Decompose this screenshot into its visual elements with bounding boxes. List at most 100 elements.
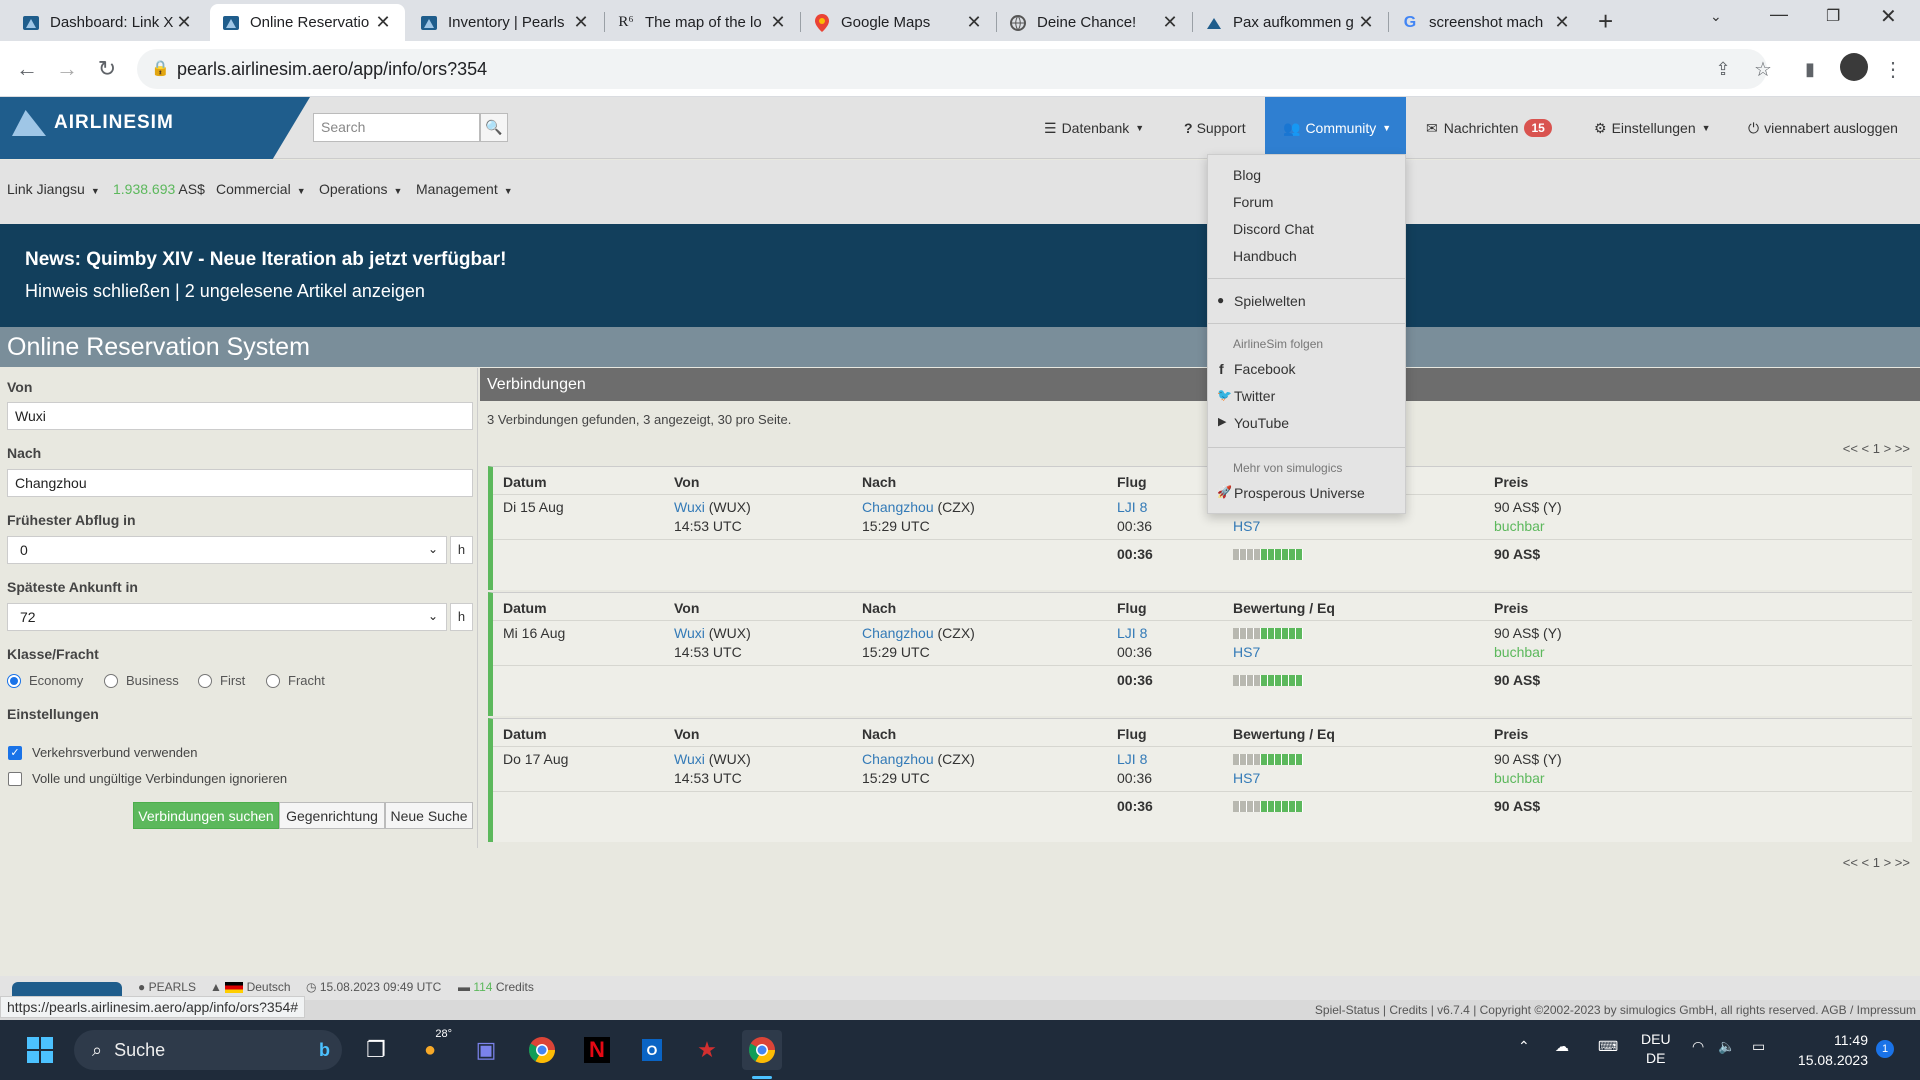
new-search-button[interactable]: Neue Suche	[385, 802, 473, 829]
browser-tab[interactable]: Dashboard: Link X ✕	[10, 4, 206, 41]
flight-link[interactable]: LJI 8	[1117, 625, 1147, 641]
battery-icon[interactable]: ▭	[1752, 1038, 1765, 1055]
nav-logout[interactable]: ⏻ viennabert ausloggen	[1740, 97, 1906, 159]
forward-icon[interactable]: →	[52, 54, 82, 84]
nav-nachrichten[interactable]: ✉ Nachrichten 15	[1418, 97, 1560, 159]
tab-search-icon[interactable]: ⌄	[1710, 8, 1722, 25]
minimize-icon[interactable]: —	[1770, 4, 1788, 25]
menu-item-youtube[interactable]: ▶ YouTube	[1218, 415, 1289, 431]
menu-kebab-icon[interactable]: ⋮	[1878, 54, 1908, 84]
menu-management[interactable]: Management ▼	[416, 181, 513, 197]
reload-icon[interactable]: ↻	[92, 54, 122, 84]
equipment-link[interactable]: HS7	[1233, 770, 1260, 786]
radio-first[interactable]: First	[198, 673, 245, 688]
browser-tab-active[interactable]: Online Reservatio ✕	[210, 4, 405, 41]
close-tab-icon[interactable]: ✕	[1160, 12, 1180, 33]
footer-links[interactable]: Spiel-Status | Credits | v6.7.4 | Copyri…	[1315, 1003, 1916, 1017]
nav-community[interactable]: 👥 Community ▼	[1265, 97, 1406, 159]
teams-icon[interactable]: ▣	[466, 1030, 506, 1070]
destination-link[interactable]: Changzhou	[862, 625, 934, 641]
tray-overflow-icon[interactable]: ⌃	[1518, 1038, 1530, 1055]
share-icon[interactable]: ⇪	[1708, 54, 1738, 84]
notification-badge[interactable]: 1	[1876, 1040, 1894, 1058]
menu-item-prosperous-universe[interactable]: 🚀 Prosperous Universe	[1217, 485, 1365, 501]
nav-einstellungen[interactable]: ⚙ Einstellungen ▼	[1586, 97, 1719, 159]
news-links[interactable]: Hinweis schließen | 2 ungelesene Artikel…	[25, 281, 425, 302]
profile-avatar[interactable]	[1840, 53, 1868, 81]
reverse-direction-button[interactable]: Gegenrichtung	[279, 802, 385, 829]
volume-icon[interactable]: 🔈	[1718, 1038, 1735, 1055]
close-tab-icon[interactable]: ✕	[1356, 12, 1376, 33]
radio-economy[interactable]: Economy	[7, 673, 83, 688]
netflix-icon[interactable]: N	[577, 1030, 617, 1070]
equipment-link[interactable]: HS7	[1233, 518, 1260, 534]
menu-item-spielwelten[interactable]: ● Spielwelten	[1217, 293, 1306, 309]
world-indicator[interactable]: ● PEARLS	[138, 980, 196, 994]
flight-link[interactable]: LJI 8	[1117, 499, 1147, 515]
flight-link[interactable]: LJI 8	[1117, 751, 1147, 767]
news-title[interactable]: News: Quimby XIV - Neue Iteration ab jet…	[25, 249, 506, 271]
earliest-select[interactable]: 0 ⌄	[7, 536, 447, 564]
booking-status[interactable]: buchbar	[1494, 644, 1545, 660]
pagination-top[interactable]: << < 1 > >>	[1843, 441, 1910, 456]
destination-link[interactable]: Changzhou	[862, 499, 934, 515]
pagination-bottom[interactable]: << < 1 > >>	[1843, 855, 1910, 870]
menu-item-discord[interactable]: Discord Chat	[1233, 221, 1314, 237]
new-tab-icon[interactable]: +	[1598, 6, 1613, 37]
browser-tab[interactable]: R⁶ The map of the lo ✕	[605, 4, 800, 41]
radio-business[interactable]: Business	[104, 673, 179, 688]
close-tab-icon[interactable]: ✕	[571, 12, 591, 33]
nach-input[interactable]: Changzhou	[7, 469, 473, 497]
side-panel-icon[interactable]: ▮	[1795, 54, 1825, 84]
close-tab-icon[interactable]: ✕	[964, 12, 984, 33]
browser-tab[interactable]: Deine Chance! ✕	[997, 4, 1192, 41]
menu-commercial[interactable]: Commercial ▼	[216, 181, 306, 197]
windows-start-icon[interactable]	[20, 1030, 60, 1070]
close-window-icon[interactable]: ✕	[1880, 4, 1897, 29]
close-tab-icon[interactable]: ✕	[174, 12, 194, 33]
browser-tab[interactable]: Google Maps ✕	[801, 4, 996, 41]
menu-item-forum[interactable]: Forum	[1233, 194, 1273, 210]
chrome-icon[interactable]	[522, 1030, 562, 1070]
task-view-icon[interactable]: ❐	[356, 1030, 396, 1070]
radio-fracht[interactable]: Fracht	[266, 673, 325, 688]
browser-tab[interactable]: Pax aufkommen g ✕	[1193, 4, 1388, 41]
wifi-icon[interactable]: ◠	[1692, 1038, 1704, 1055]
menu-item-blog[interactable]: Blog	[1233, 167, 1261, 183]
equipment-link[interactable]: HS7	[1233, 644, 1260, 660]
von-input[interactable]: Wuxi	[7, 402, 473, 430]
restore-icon[interactable]: ❐	[1826, 6, 1840, 26]
back-icon[interactable]: ←	[12, 54, 42, 84]
chrome-active-icon[interactable]	[742, 1030, 782, 1070]
latest-select[interactable]: 72 ⌄	[7, 603, 447, 631]
bookmark-star-icon[interactable]: ☆	[1748, 54, 1778, 84]
menu-item-facebook[interactable]: f Facebook	[1219, 361, 1295, 377]
nav-support[interactable]: ? Support	[1176, 97, 1254, 159]
onedrive-icon[interactable]: ☁	[1555, 1038, 1569, 1055]
language-selector[interactable]: ▲ Deutsch	[210, 980, 291, 994]
checkbox-ignore-full[interactable]: Volle und ungültige Verbindungen ignorie…	[8, 771, 287, 786]
origin-link[interactable]: Wuxi	[674, 625, 705, 641]
language-indicator[interactable]: DEU DE	[1641, 1030, 1671, 1068]
search-connections-button[interactable]: Verbindungen suchen	[133, 802, 279, 829]
address-bar[interactable]: 🔒 pearls.airlinesim.aero/app/info/ors?35…	[137, 49, 1767, 89]
origin-link[interactable]: Wuxi	[674, 499, 705, 515]
nav-datenbank[interactable]: ☰ Datenbank ▼	[1036, 97, 1152, 159]
weather-icon[interactable]: ● 28°	[410, 1028, 452, 1070]
menu-item-handbuch[interactable]: Handbuch	[1233, 248, 1297, 264]
checkbox-verkehrsverbund[interactable]: ✓ Verkehrsverbund verwenden	[8, 745, 198, 760]
close-tab-icon[interactable]: ✕	[373, 12, 393, 33]
credits-indicator[interactable]: ▬ 114 Credits	[458, 980, 534, 994]
airlinesim-logo[interactable]: AIRLINESIM	[0, 97, 310, 159]
keyboard-icon[interactable]: ⌨	[1598, 1038, 1618, 1055]
browser-tab[interactable]: Inventory | Pearls ✕	[408, 4, 603, 41]
search-button[interactable]: 🔍	[480, 113, 508, 142]
clock[interactable]: 11:49 15.08.2023	[1794, 1030, 1868, 1070]
menu-operations[interactable]: Operations ▼	[319, 181, 402, 197]
close-tab-icon[interactable]: ✕	[768, 12, 788, 33]
booking-status[interactable]: buchbar	[1494, 518, 1545, 534]
booking-status[interactable]: buchbar	[1494, 770, 1545, 786]
taskbar-search[interactable]: ⌕ Suche b	[74, 1030, 342, 1070]
origin-link[interactable]: Wuxi	[674, 751, 705, 767]
airline-menu[interactable]: Link Jiangsu ▼	[7, 181, 100, 197]
